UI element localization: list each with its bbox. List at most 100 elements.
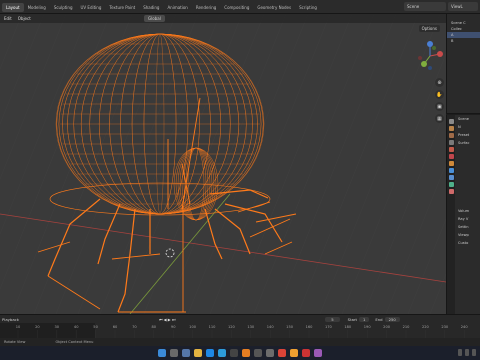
tray-icon[interactable] (465, 349, 469, 356)
chrome-icon[interactable] (278, 349, 286, 357)
axis-gizmo-icon[interactable] (410, 38, 446, 74)
properties-panel: Scene N Preset Surfac Volum Ray V Settin… (446, 115, 480, 314)
app-icon[interactable] (230, 349, 238, 357)
terminal-icon[interactable] (254, 349, 262, 357)
particles-tab-icon[interactable] (448, 175, 454, 180)
prop-row[interactable]: Viewp (456, 231, 480, 239)
menu-object[interactable]: Object (18, 16, 31, 21)
world-tab-icon[interactable] (448, 154, 454, 159)
folder-icon[interactable] (290, 349, 298, 357)
leg-wireframe (47, 198, 101, 277)
view-layer-selector[interactable]: ViewL (448, 2, 478, 11)
workspace-tab[interactable]: Layout (2, 2, 24, 12)
play-controls[interactable]: ⏮ ◀ ▶ ⏭ (159, 317, 175, 322)
material-tab-icon[interactable] (448, 189, 454, 194)
grid-line (297, 14, 419, 314)
grid-line (0, 14, 67, 180)
view-layer-tab-icon[interactable] (448, 140, 454, 145)
workspace-tab[interactable]: Modeling (24, 3, 50, 12)
viewport-canvas[interactable] (0, 14, 446, 314)
os-taskbar (0, 346, 480, 360)
leg-wireframe (204, 208, 223, 260)
camera-icon[interactable]: ▣ (435, 102, 444, 111)
tool-tab-icon[interactable] (448, 119, 454, 124)
playback-menu[interactable]: Playback (2, 317, 19, 322)
workspace-tab[interactable]: Scripting (295, 3, 321, 12)
pan-hand-icon[interactable]: ✋ (435, 90, 444, 99)
start-frame-field[interactable]: 1 (358, 316, 370, 322)
timeline-tick-label: 90 (171, 325, 176, 329)
tray-icon[interactable] (458, 349, 462, 356)
end-label: End (375, 316, 383, 322)
output-tab-icon[interactable] (448, 133, 454, 138)
bone-line (264, 241, 293, 255)
timeline-tick-label: 30 (55, 325, 60, 329)
search-icon[interactable] (170, 349, 178, 357)
tray-icon[interactable] (472, 349, 476, 356)
outliner-panel: Scene C Collec A B (446, 14, 480, 114)
start-label: Start (347, 316, 357, 322)
prop-row[interactable]: Settin (456, 223, 480, 231)
timeline-ruler[interactable]: 10 20 30 40 50 60 70 80 90 100 110 120 130 140 150 160 1… (0, 323, 480, 339)
status-bar: Rotate View Object Context Menu (0, 338, 480, 346)
timeline-tick-label: 40 (74, 325, 79, 329)
store-icon[interactable] (218, 349, 226, 357)
timeline-tick-label: 20 (35, 325, 40, 329)
current-frame-field[interactable]: 5 (325, 316, 340, 322)
grid-line (253, 14, 375, 314)
task-view-icon[interactable] (182, 349, 190, 357)
render-tab-icon[interactable] (448, 126, 454, 131)
physics-tab-icon[interactable] (448, 182, 454, 187)
timeline-tick-label: 110 (209, 325, 217, 329)
object-tab-icon[interactable] (448, 161, 454, 166)
workspace-tab[interactable]: Geometry Nodes (253, 3, 295, 12)
prop-row[interactable]: Ray V (456, 215, 480, 223)
start-icon[interactable] (158, 349, 166, 357)
workspace-tab[interactable]: Rendering (192, 3, 220, 12)
file-explorer-icon[interactable] (194, 349, 202, 357)
timeline-tick-label: 200 (383, 325, 391, 329)
status-middle: Object Context Menu (55, 340, 94, 344)
workspace-tab[interactable]: Texture Paint (105, 3, 139, 12)
leg-wireframe (224, 203, 283, 243)
timeline-tick-label: 120 (228, 325, 236, 329)
timeline-controls: Playback ⏮ ◀ ▶ ⏭ 5 Start 1 End 250 (0, 315, 480, 323)
grid-line (0, 14, 45, 125)
scene-tab-icon[interactable] (448, 147, 454, 152)
blender-icon[interactable] (242, 349, 250, 357)
workspace-tab[interactable]: UV Editing (77, 3, 106, 12)
prop-row[interactable]: Custo (456, 239, 480, 247)
navigation-gizmo[interactable]: ⊕ ✋ ▣ ▦ (410, 38, 446, 123)
prop-row[interactable]: N (456, 123, 480, 131)
menu-edit[interactable]: Edit (4, 16, 12, 21)
workspace-tab[interactable]: Sculpting (50, 3, 77, 12)
3d-viewport[interactable]: Edit Object Global Options ⊕ ✋ ▣ ▦ (0, 14, 446, 314)
viewport-header: Edit Object (0, 14, 446, 23)
modifier-tab-icon[interactable] (448, 168, 454, 173)
options-button[interactable]: Options (418, 25, 440, 32)
timeline-tick-label: 80 (152, 325, 157, 329)
prop-row[interactable]: Volum (456, 207, 480, 215)
timeline-tick-label: 10 (16, 325, 21, 329)
grid-view-icon[interactable]: ▦ (435, 114, 444, 123)
scene-selector[interactable]: Scene (404, 2, 446, 11)
workspace-tab[interactable]: Shading (139, 3, 163, 12)
transform-orientation-dropdown[interactable]: Global (144, 15, 165, 22)
settings-icon[interactable] (266, 349, 274, 357)
app-purple-icon[interactable] (314, 349, 322, 357)
end-frame-field[interactable]: 250 (384, 316, 400, 322)
edge-browser-icon[interactable] (206, 349, 214, 357)
timeline-tick-label: 240 (461, 325, 469, 329)
media-icon[interactable] (302, 349, 310, 357)
outliner-row[interactable]: B (447, 38, 480, 44)
prop-row[interactable]: Preset (456, 131, 480, 139)
workspace-tab[interactable]: Compositing (220, 3, 253, 12)
prop-row[interactable]: Surfac (456, 139, 480, 147)
workspace-tab[interactable]: Animation (163, 3, 191, 12)
zoom-icon[interactable]: ⊕ (435, 78, 444, 87)
bone-line (47, 275, 101, 310)
status-left: Rotate View (4, 340, 26, 344)
timeline-tick-label: 220 (422, 325, 430, 329)
bone-line (255, 213, 297, 223)
timeline-tick-label: 160 (306, 325, 314, 329)
